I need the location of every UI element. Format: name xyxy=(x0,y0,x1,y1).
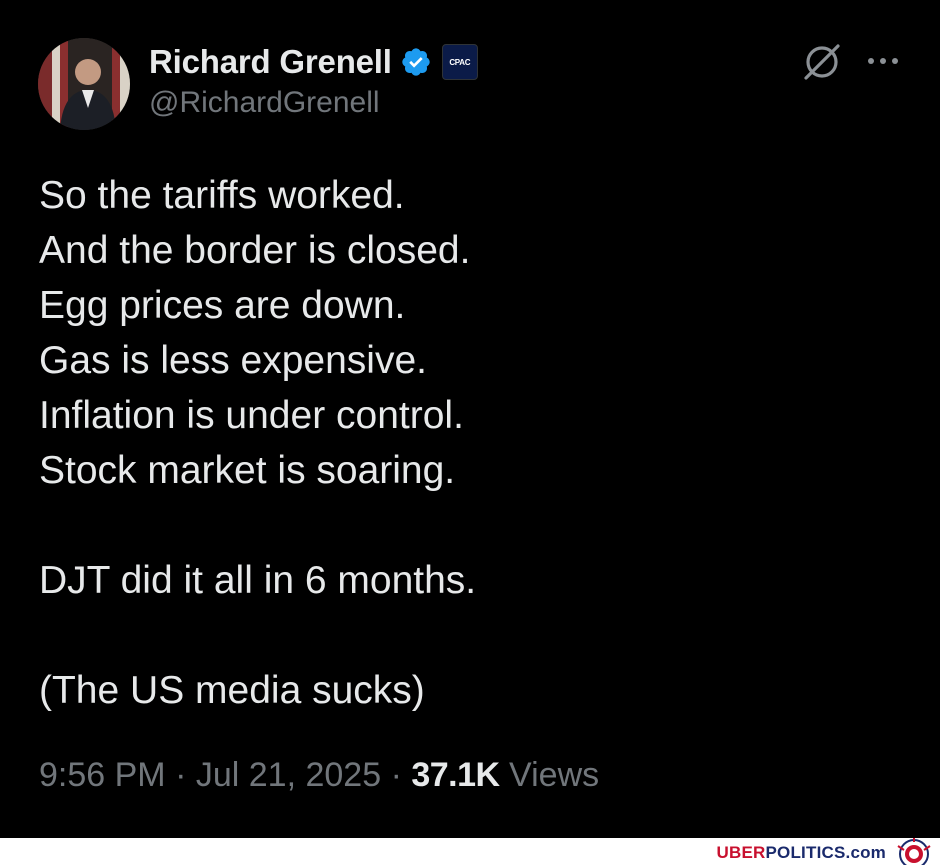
author-avatar[interactable] xyxy=(38,38,130,130)
watermark-com: .com xyxy=(845,843,886,862)
meta-separator: · xyxy=(390,756,412,794)
tweet-text-line: So the tariffs worked. xyxy=(39,174,405,217)
watermark-politics: POLITICS xyxy=(765,843,846,862)
avatar-image xyxy=(38,38,130,130)
tweet-text-line: Gas is less expensive. xyxy=(39,339,428,382)
verified-checkmark-icon[interactable] xyxy=(400,46,432,78)
more-options-icon[interactable] xyxy=(864,50,902,72)
tweet-text-line: And the border is closed. xyxy=(39,229,471,272)
affiliation-badge-label: CPAC xyxy=(449,57,471,67)
author-name-row: Richard Grenell CPAC xyxy=(149,40,478,84)
tweet-card: Richard Grenell CPAC @RichardGrenell So … xyxy=(0,0,940,838)
views-count[interactable]: 37.1K xyxy=(411,756,500,794)
site-watermark: UBERPOLITICS.com xyxy=(0,838,940,865)
tweet-text: So the tariffs worked. And the border is… xyxy=(39,168,899,718)
tweet-date[interactable]: Jul 21, 2025 xyxy=(196,756,381,794)
tweet-time[interactable]: 9:56 PM xyxy=(39,756,166,794)
author-display-name[interactable]: Richard Grenell xyxy=(149,43,392,81)
watermark-logo-icon xyxy=(897,838,931,865)
affiliation-badge[interactable]: CPAC xyxy=(441,44,478,80)
views-label: Views xyxy=(509,756,600,794)
watermark-uber: UBER xyxy=(716,843,766,862)
watermark-text: UBERPOLITICS.com xyxy=(717,843,886,863)
tweet-text-line: (The US media sucks) xyxy=(39,669,425,712)
grok-icon[interactable] xyxy=(800,40,844,84)
tweet-text-line: Inflation is under control. xyxy=(39,394,464,437)
tweet-text-line: Egg prices are down. xyxy=(39,284,406,327)
author-handle[interactable]: @RichardGrenell xyxy=(149,86,380,120)
tweet-text-line: DJT did it all in 6 months. xyxy=(39,559,477,602)
tweet-text-line: Stock market is soaring. xyxy=(39,449,456,492)
tweet-metadata: 9:56 PM · Jul 21, 2025 · 37.1K Views xyxy=(39,756,599,795)
meta-separator: · xyxy=(175,756,196,794)
